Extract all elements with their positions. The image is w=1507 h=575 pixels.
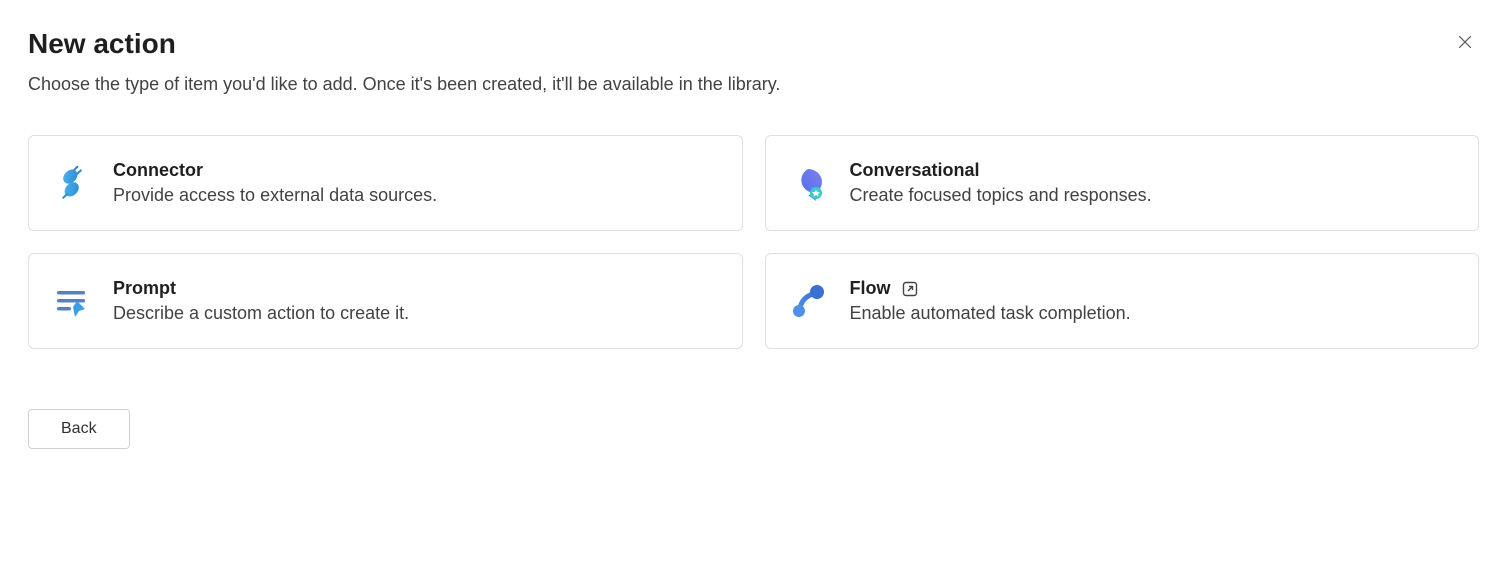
card-conversational[interactable]: Conversational Create focused topics and… [765, 135, 1480, 231]
card-title: Flow [850, 278, 891, 299]
close-icon [1455, 32, 1475, 55]
connector-icon [51, 163, 91, 203]
page-subtitle: Choose the type of item you'd like to ad… [28, 74, 1479, 95]
card-connector[interactable]: Connector Provide access to external dat… [28, 135, 743, 231]
card-title: Conversational [850, 160, 980, 181]
prompt-icon [51, 281, 91, 321]
card-description: Provide access to external data sources. [113, 185, 437, 206]
conversational-icon [788, 163, 828, 203]
action-cards-grid: Connector Provide access to external dat… [28, 135, 1479, 349]
card-title: Connector [113, 160, 203, 181]
flow-icon [788, 281, 828, 321]
external-link-icon [901, 280, 919, 298]
card-flow[interactable]: Flow Enable automated task completion. [765, 253, 1480, 349]
page-title: New action [28, 28, 176, 60]
card-description: Enable automated task completion. [850, 303, 1131, 324]
close-button[interactable] [1451, 28, 1479, 59]
card-description: Describe a custom action to create it. [113, 303, 409, 324]
back-button[interactable]: Back [28, 409, 130, 449]
card-description: Create focused topics and responses. [850, 185, 1152, 206]
card-title: Prompt [113, 278, 176, 299]
card-prompt[interactable]: Prompt Describe a custom action to creat… [28, 253, 743, 349]
